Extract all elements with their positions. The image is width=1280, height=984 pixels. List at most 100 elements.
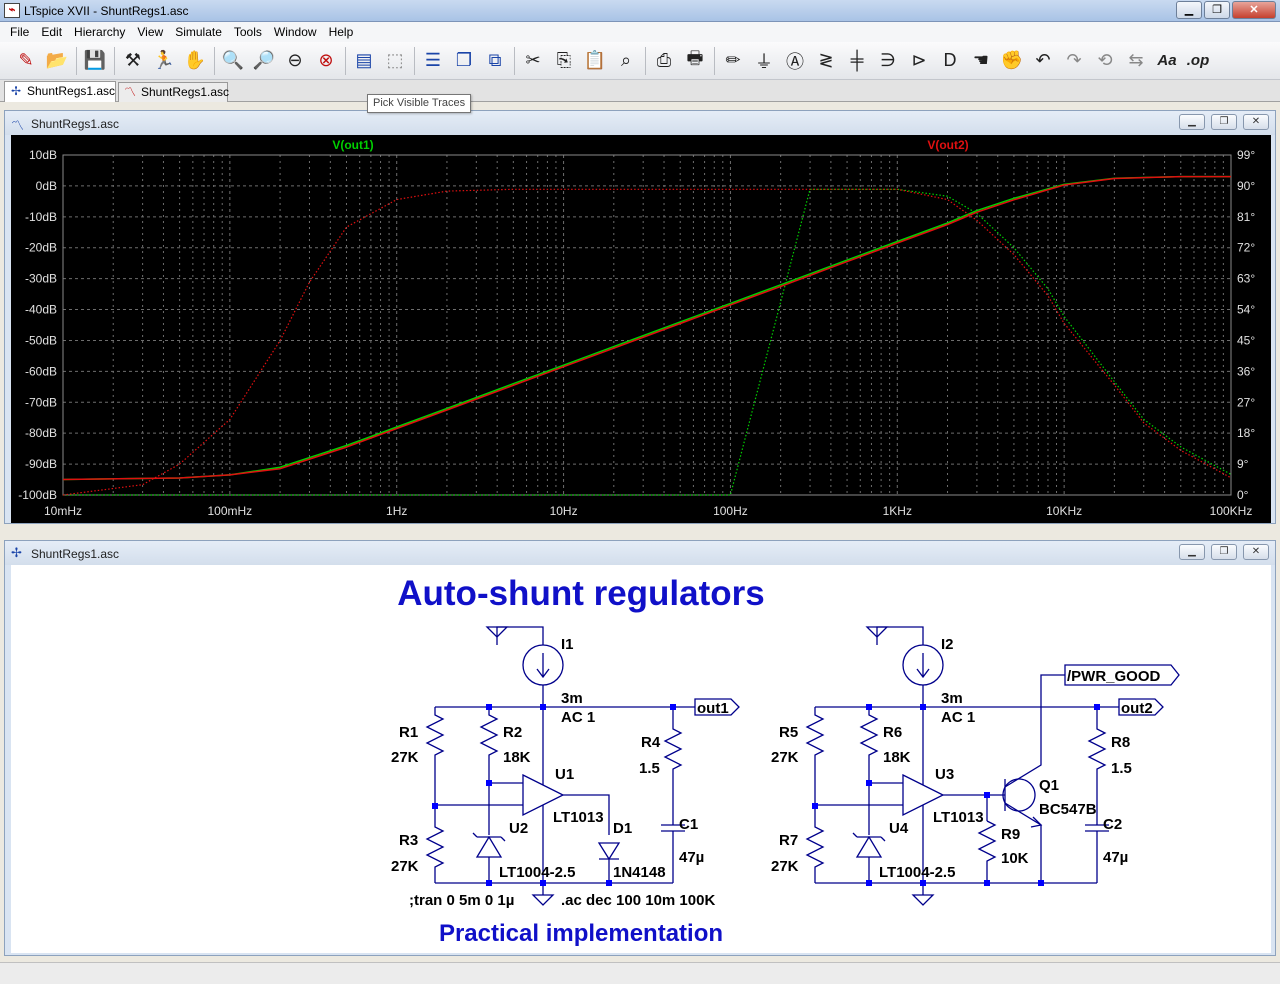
run-icon[interactable]: 🏃 [150,47,178,75]
c1-name[interactable]: C1 [679,816,698,833]
new-schematic-icon[interactable]: ✎ [12,47,40,75]
r4-name[interactable]: R4 [641,734,661,751]
ground-icon[interactable]: ⏚ [750,47,778,75]
u3-value[interactable]: LT1013 [933,809,984,826]
menu-tools[interactable]: Tools [228,25,268,39]
u1-name[interactable]: U1 [555,766,574,783]
r8-name[interactable]: R8 [1111,734,1130,751]
r2-name[interactable]: R2 [503,724,522,741]
restore-button[interactable]: ❐ [1204,1,1230,19]
text-icon[interactable]: Aa [1153,47,1181,75]
menu-simulate[interactable]: Simulate [169,25,228,39]
r9-value[interactable]: 10K [1001,850,1029,867]
tab-schematic[interactable]: ✢ ShuntRegs1.asc [4,81,116,102]
menu-help[interactable]: Help [323,25,360,39]
c2-name[interactable]: C2 [1103,816,1122,833]
r1-value[interactable]: 27K [391,749,419,766]
pwr-good-label[interactable]: /PWR_GOOD [1067,668,1161,685]
i1-name[interactable]: I1 [561,636,574,653]
bode-plot[interactable]: 10dB 0dB -10dB -20dB -30dB -40dB -50dB -60dB -70… [11,135,1271,523]
r9-name[interactable]: R9 [1001,826,1020,843]
r5-value[interactable]: 27K [771,749,799,766]
d1-name[interactable]: D1 [613,820,632,837]
out2-label[interactable]: out2 [1121,700,1153,717]
copy-icon[interactable]: ⎘ [550,47,578,75]
c1-value[interactable]: 47µ [679,849,704,866]
i1-value[interactable]: 3m [561,690,583,707]
q1-value[interactable]: BC547B [1039,801,1097,818]
inductor-icon[interactable]: ∋ [874,47,902,75]
undo-icon[interactable]: ↶ [1029,47,1057,75]
label-net-icon[interactable]: Ⓐ [781,47,809,75]
move-hand-icon[interactable]: ☚ [967,47,995,75]
restore-button[interactable]: ❐ [1211,114,1237,130]
capacitor-icon[interactable]: ╪ [843,47,871,75]
d1-value[interactable]: 1N4148 [613,864,666,881]
find-icon[interactable]: ⌕ [612,47,640,75]
tab-waveform[interactable]: 〽 ShuntRegs1.asc [118,82,229,102]
ac-directive[interactable]: .ac dec 100 10m 100K [561,892,715,909]
cut-icon[interactable]: ✂ [519,47,547,75]
i1-ac[interactable]: AC 1 [561,709,595,726]
zoom-fit-icon[interactable]: ⊗ [312,47,340,75]
r3-name[interactable]: R3 [399,832,418,849]
menu-view[interactable]: View [131,25,169,39]
menu-file[interactable]: File [4,25,35,39]
pick-visible-traces-icon[interactable]: ⬚ [381,47,409,75]
zoom-in-icon[interactable]: 🔍 [219,47,247,75]
r1-name[interactable]: R1 [399,724,418,741]
tile-vertical-icon[interactable]: ⧉ [481,47,509,75]
u4-name[interactable]: U4 [889,820,909,837]
r8-value[interactable]: 1.5 [1111,760,1132,777]
i2-name[interactable]: I2 [941,636,954,653]
cascade-icon[interactable]: ❐ [450,47,478,75]
close-button[interactable]: ✕ [1232,1,1276,19]
menu-edit[interactable]: Edit [35,25,68,39]
r6-value[interactable]: 18K [883,749,911,766]
redo-icon[interactable]: ↷ [1060,47,1088,75]
u2-name[interactable]: U2 [509,820,528,837]
spice-directive-icon[interactable]: .op [1184,47,1212,75]
r5-name[interactable]: R5 [779,724,798,741]
u2-value[interactable]: LT1004-2.5 [499,864,575,881]
halt-icon[interactable]: ✋ [181,47,209,75]
ltspice-app-icon[interactable]: ⌁ [4,3,20,18]
u4-value[interactable]: LT1004-2.5 [879,864,955,881]
r2-value[interactable]: 18K [503,749,531,766]
close-button[interactable]: ✕ [1243,544,1269,560]
q1-name[interactable]: Q1 [1039,777,1059,794]
schematic-canvas[interactable]: Auto-shunt regulators Practical implemen… [11,565,1271,953]
print-preview-icon[interactable]: ⎙ [650,47,678,75]
minimize-button[interactable]: ▁ [1179,544,1205,560]
paste-icon[interactable]: 📋 [581,47,609,75]
diode-icon[interactable]: ⊳ [905,47,933,75]
component-icon[interactable]: D [936,47,964,75]
zoom-out-icon[interactable]: ⊖ [281,47,309,75]
trace-legend-1[interactable]: V(out1) [332,138,373,152]
u3-name[interactable]: U3 [935,766,954,783]
out1-label[interactable]: out1 [697,700,729,717]
r6-name[interactable]: R6 [883,724,902,741]
close-button[interactable]: ✕ [1243,114,1269,130]
rotate-icon[interactable]: ⟲ [1091,47,1119,75]
minimize-button[interactable]: ▁ [1179,114,1205,130]
i2-value[interactable]: 3m [941,690,963,707]
tile-horizontal-icon[interactable]: ☰ [419,47,447,75]
r4-value[interactable]: 1.5 [639,760,660,777]
drag-hand-icon[interactable]: ✊ [998,47,1026,75]
trace-legend-2[interactable]: V(out2) [927,138,968,152]
c2-value[interactable]: 47µ [1103,849,1128,866]
save-icon[interactable]: 💾 [81,47,109,75]
menu-hierarchy[interactable]: Hierarchy [68,25,131,39]
mirror-icon[interactable]: ⇆ [1122,47,1150,75]
waveform-window-titlebar[interactable]: 〽 ShuntRegs1.asc ▁ ❐ ✕ [5,111,1275,135]
print-icon[interactable]: 🖶 [681,47,709,75]
i2-ac[interactable]: AC 1 [941,709,975,726]
r7-value[interactable]: 27K [771,858,799,875]
menu-window[interactable]: Window [268,25,323,39]
u1-value[interactable]: LT1013 [553,809,604,826]
open-folder-icon[interactable]: 📂 [43,47,71,75]
restore-button[interactable]: ❐ [1211,544,1237,560]
schematic-window-titlebar[interactable]: ✢ ShuntRegs1.asc ▁ ❐ ✕ [5,541,1275,565]
resistor-icon[interactable]: ≷ [812,47,840,75]
